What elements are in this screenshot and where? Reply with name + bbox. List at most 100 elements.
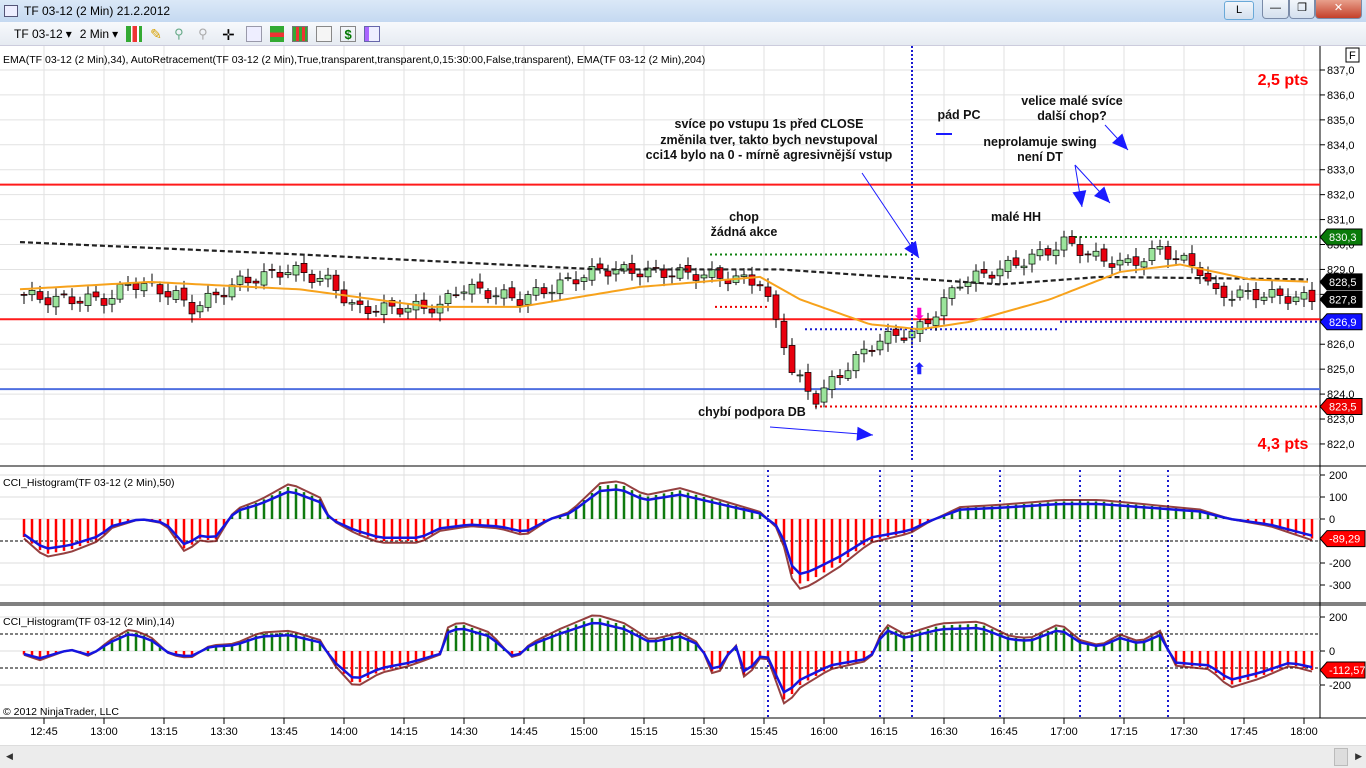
annotation-arrow-head — [856, 426, 873, 441]
chevron-down-icon: ▾ — [65, 26, 72, 41]
candle-down — [572, 279, 580, 285]
annotation-text: neprolamuje swing — [983, 135, 1096, 149]
price-tick-label: 834,0 — [1327, 140, 1355, 152]
cci50-tick-label: 0 — [1329, 514, 1335, 526]
time-tick-label: 16:30 — [930, 726, 958, 738]
candle-down — [372, 310, 380, 313]
candle-up — [956, 286, 964, 289]
time-tick-label: 17:45 — [1230, 726, 1258, 738]
candle-up — [1036, 249, 1044, 257]
indicators-icon[interactable] — [270, 25, 285, 42]
title-bar: TF 03-12 (2 Min) 21.2.2012 L — ❐ ✕ — [0, 0, 1366, 22]
candle-down — [20, 294, 28, 296]
candle-up — [1292, 296, 1300, 303]
candle-down — [508, 287, 516, 299]
price-tick-label: 823,0 — [1327, 414, 1355, 426]
scroll-left-icon[interactable]: ◀ — [6, 751, 13, 762]
horizontal-scrollbar[interactable]: ◀ ▶ — [0, 745, 1366, 768]
time-tick-label: 12:45 — [30, 726, 58, 738]
zoom-in-icon[interactable]: ⚲ — [174, 26, 190, 42]
price-tick-label: 822,0 — [1327, 439, 1355, 451]
candle-down — [60, 293, 68, 296]
close-button[interactable]: ✕ — [1315, 0, 1362, 19]
sell-signal-arrow-icon: ⬇ — [913, 306, 926, 323]
candle-up — [404, 307, 412, 313]
candle-up — [972, 270, 980, 284]
time-tick-label: 16:45 — [990, 726, 1018, 738]
time-tick-label: 14:15 — [390, 726, 418, 738]
cci14-line — [23, 621, 1313, 694]
price-marker-label: 827,8 — [1329, 294, 1357, 306]
cci50-label: CCI_Histogram(TF 03-12 (2 Min),50) — [3, 477, 175, 489]
candle-down — [44, 297, 52, 306]
candle-down — [756, 284, 764, 287]
annotation-text: malé HH — [991, 210, 1041, 224]
time-tick-label: 17:00 — [1050, 726, 1078, 738]
interval-selector[interactable]: 2 Min ▾ — [80, 27, 118, 41]
chart-canvas[interactable]: 837,0836,0835,0834,0833,0832,0831,0830,0… — [0, 46, 1366, 745]
chart-data-icon[interactable] — [316, 25, 333, 42]
buy-signal-arrow-icon: ⬆ — [913, 361, 926, 378]
candle-up — [444, 293, 452, 304]
candle-down — [1012, 257, 1020, 266]
zoom-out-icon[interactable]: ⚲ — [198, 26, 214, 42]
crosshair-icon[interactable]: ✛ — [222, 26, 238, 44]
points-label: 2,5 pts — [1258, 72, 1309, 89]
scroll-right-icon[interactable]: ▶ — [1355, 751, 1362, 762]
candle-down — [92, 291, 100, 298]
f-box-label: F — [1349, 50, 1356, 62]
candle-up — [796, 374, 804, 377]
dollar-icon[interactable]: $ — [340, 25, 357, 42]
magnifier-icon[interactable] — [246, 25, 263, 42]
candle-up — [1180, 254, 1188, 261]
candle-up — [1148, 248, 1156, 261]
chart-app-icon — [4, 5, 18, 17]
candle-down — [300, 262, 308, 273]
candle-up — [124, 283, 132, 286]
candle-down — [788, 345, 796, 373]
candle-down — [900, 337, 908, 341]
minimize-button[interactable]: — — [1262, 0, 1289, 19]
candle-down — [276, 272, 284, 278]
restore-button[interactable]: ❐ — [1289, 0, 1315, 19]
candle-down — [540, 287, 548, 294]
time-tick-label: 13:30 — [210, 726, 238, 738]
candle-up — [548, 291, 556, 294]
link-button[interactable]: L — [1224, 1, 1254, 20]
annotation-text: žádná akce — [711, 225, 778, 239]
instrument-label: TF 03-12 — [14, 26, 63, 41]
candle-down — [1284, 296, 1292, 304]
candle-down — [596, 263, 604, 270]
drawing-pencil-icon[interactable]: ✎ — [150, 26, 166, 42]
candle-up — [876, 340, 884, 351]
candle-down — [1100, 248, 1108, 262]
candle-down — [100, 298, 108, 306]
strategies-icon[interactable] — [292, 25, 309, 42]
points-label: 4,3 pts — [1258, 436, 1309, 453]
candle-down — [1132, 256, 1140, 266]
scroll-thumb[interactable] — [1334, 748, 1348, 766]
candle-up — [860, 348, 868, 355]
properties-icon[interactable] — [364, 25, 381, 42]
cci50-tick-label: -200 — [1329, 558, 1351, 570]
candle-down — [1276, 288, 1284, 296]
cci50-value-label: -89,29 — [1329, 534, 1360, 546]
candle-up — [996, 268, 1004, 277]
candle-up — [940, 297, 948, 317]
candle-down — [1068, 236, 1076, 244]
instrument-selector[interactable]: TF 03-12 ▾ — [14, 27, 72, 41]
time-tick-label: 15:00 — [570, 726, 598, 738]
candle-down — [220, 295, 228, 298]
time-tick-label: 14:30 — [450, 726, 478, 738]
candle-up — [204, 292, 212, 308]
candle-up — [348, 302, 356, 305]
copyright-label: © 2012 NinjaTrader, LLC — [3, 706, 119, 718]
candle-down — [188, 302, 196, 315]
candle-down — [1220, 285, 1228, 298]
price-marker-label: 826,9 — [1329, 317, 1357, 329]
candle-down — [892, 328, 900, 336]
candle-down — [1076, 244, 1084, 256]
candle-up — [84, 293, 92, 306]
candle-down — [868, 349, 876, 352]
bar-style-icon[interactable] — [126, 25, 143, 42]
